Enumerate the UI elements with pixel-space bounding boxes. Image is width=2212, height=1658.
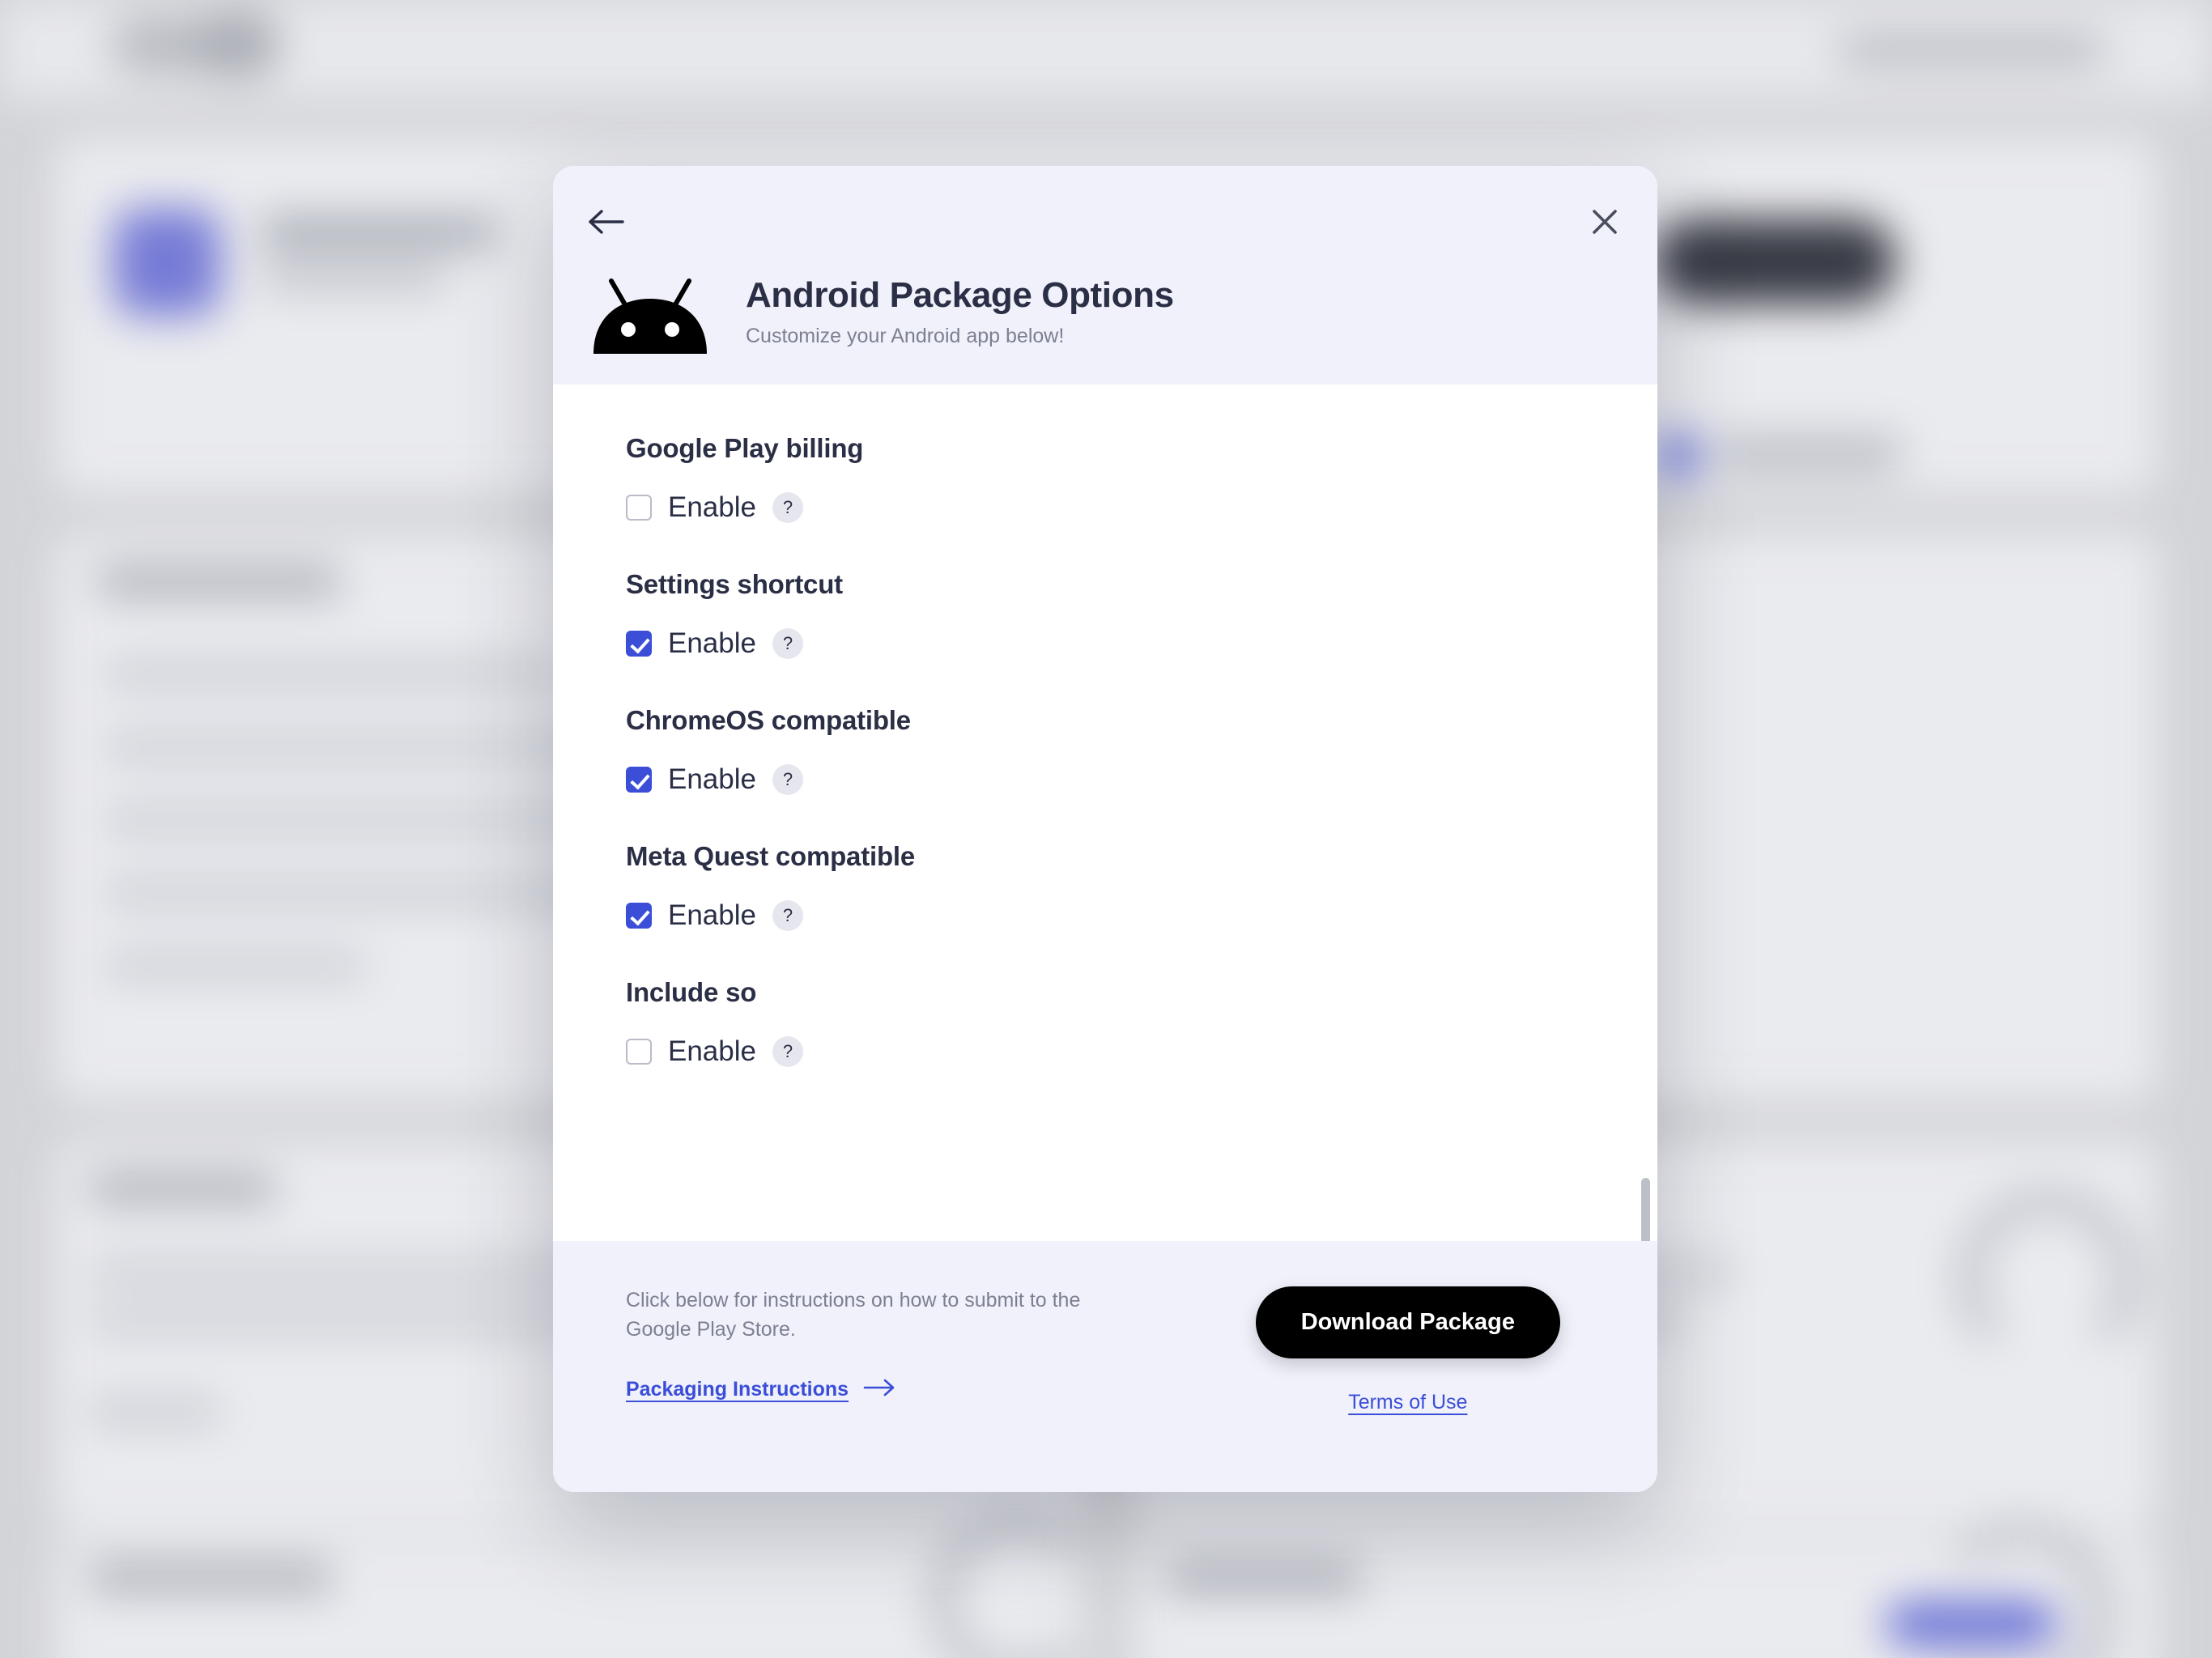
background-text-line	[105, 664, 559, 685]
enable-label[interactable]: Enable	[668, 491, 756, 524]
option-group-google-play-billing: Google Play billing Enable ?	[553, 433, 1657, 524]
android-package-options-modal: Android Package Options Customize your A…	[553, 166, 1657, 1492]
option-heading: ChromeOS compatible	[626, 705, 911, 735]
background-text-line	[105, 955, 364, 976]
option-row: Enable ?	[626, 899, 1657, 932]
background-text-line	[89, 1174, 275, 1203]
close-icon	[1591, 208, 1619, 240]
background-avatar	[113, 209, 220, 316]
packaging-instructions-link[interactable]: Packaging Instructions	[626, 1378, 895, 1401]
background-text-line	[89, 1562, 332, 1592]
enable-checkbox-google-play-billing[interactable]	[626, 495, 652, 521]
modal-header-text: Android Package Options Customize your A…	[746, 263, 1174, 348]
background-text-line	[97, 567, 340, 596]
option-heading: Google Play billing	[626, 433, 864, 463]
background-subtitle-line	[261, 267, 447, 287]
background-gauge-chart	[1959, 1190, 2138, 1368]
modal-header: Android Package Options Customize your A…	[553, 166, 1657, 385]
scrollbar-thumb[interactable]	[1641, 1178, 1650, 1241]
background-text-line	[105, 810, 607, 831]
help-icon[interactable]: ?	[772, 628, 803, 659]
enable-checkbox-include-source[interactable]	[626, 1039, 652, 1065]
page-subtitle: Customize your Android app below!	[746, 325, 1065, 348]
footer-left: Click below for instructions on how to s…	[626, 1286, 1112, 1401]
background-card-bottom-left	[55, 1538, 1082, 1658]
option-row: Enable ?	[626, 763, 1657, 796]
page-title: Android Package Options	[746, 275, 1174, 315]
enable-checkbox-chromeos-compatible[interactable]	[626, 767, 652, 793]
option-row: Enable ?	[626, 1035, 1657, 1068]
option-heading: Settings shortcut	[626, 569, 843, 599]
background-nav-links	[1838, 36, 2105, 65]
background-gauge-chart	[931, 1514, 1101, 1658]
option-heading: Include so	[626, 977, 757, 1007]
option-group-include-source: Include so Enable ?	[553, 977, 1657, 1068]
arrow-left-icon	[587, 208, 624, 240]
option-row: Enable ?	[626, 627, 1657, 660]
option-group-meta-quest-compatible: Meta Quest compatible Enable ?	[553, 841, 1657, 932]
modal-body[interactable]: Google Play billing Enable ? Settings sh…	[553, 385, 1657, 1241]
download-package-button[interactable]: Download Package	[1255, 1286, 1560, 1358]
back-button[interactable]	[581, 202, 631, 245]
background-primary-button	[1653, 219, 1896, 304]
help-icon[interactable]: ?	[772, 492, 803, 523]
arrow-right-icon	[863, 1378, 895, 1401]
enable-label[interactable]: Enable	[668, 627, 756, 660]
modal-footer: Click below for instructions on how to s…	[553, 1241, 1657, 1492]
option-heading: Meta Quest compatible	[626, 841, 916, 871]
background-logo-mark	[194, 11, 280, 78]
option-group-chromeos-compatible: ChromeOS compatible Enable ?	[553, 705, 1657, 796]
help-icon[interactable]: ?	[772, 764, 803, 795]
footer-right: Download Package Terms of Use	[1255, 1286, 1585, 1414]
option-group-settings-shortcut: Settings shortcut Enable ?	[553, 569, 1657, 660]
close-button[interactable]	[1583, 202, 1627, 245]
background-accent-icon	[1660, 437, 1697, 474]
background-title-line	[261, 219, 496, 246]
enable-label[interactable]: Enable	[668, 899, 756, 932]
modal-header-row: Android Package Options Customize your A…	[582, 263, 1174, 360]
android-robot-icon	[582, 263, 718, 360]
enable-checkbox-meta-quest-compatible[interactable]	[626, 903, 652, 929]
background-badge	[1887, 1603, 2057, 1645]
enable-label[interactable]: Enable	[668, 763, 756, 796]
background-text-line	[89, 1312, 575, 1331]
footer-description: Click below for instructions on how to s…	[626, 1289, 1081, 1341]
background-icon-row	[1716, 437, 1903, 471]
help-icon[interactable]: ?	[772, 900, 803, 931]
help-icon[interactable]: ?	[772, 1036, 803, 1067]
background-text-line	[1166, 1562, 1360, 1592]
option-row: Enable ?	[626, 491, 1657, 524]
background-text-line	[89, 1401, 219, 1423]
scrollbar-track[interactable]	[1640, 385, 1654, 1241]
enable-label[interactable]: Enable	[668, 1035, 756, 1068]
background-text-line	[105, 882, 623, 903]
enable-checkbox-settings-shortcut[interactable]	[626, 631, 652, 657]
terms-of-use-link[interactable]: Terms of Use	[1348, 1391, 1467, 1414]
packaging-instructions-label: Packaging Instructions	[626, 1378, 849, 1401]
